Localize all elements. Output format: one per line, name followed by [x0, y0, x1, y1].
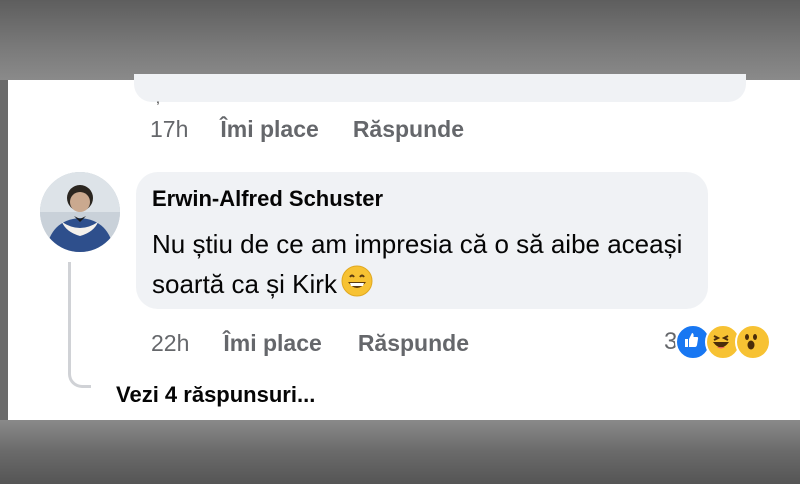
comments-panel: , 17h Îmi place Răspunde Erwin-Alfred Sc…: [8, 74, 800, 420]
comment-bubble: Erwin-Alfred Schuster Nu știu de ce am i…: [136, 172, 708, 309]
comment-text-wrap: Nu știu de ce am impresia că o să aibe a…: [152, 224, 692, 308]
avatar-photo: [40, 172, 120, 252]
reactions-summary[interactable]: 3: [664, 324, 772, 360]
like-button[interactable]: Îmi place: [223, 330, 321, 357]
previous-reply-button[interactable]: Răspunde: [353, 116, 464, 143]
video-frame-bottom: [0, 420, 800, 484]
previous-comment-time[interactable]: 17h: [150, 116, 188, 143]
comment-time[interactable]: 22h: [151, 330, 189, 357]
previous-comment-bubble: [134, 74, 746, 102]
avatar[interactable]: [40, 172, 120, 252]
previous-comment-fragment: ,: [156, 90, 160, 106]
reply-thread-line: [68, 262, 91, 388]
video-frame-top: [0, 0, 800, 80]
comment-text: Nu știu de ce am impresia că o să aibe a…: [152, 229, 683, 299]
comment-author[interactable]: Erwin-Alfred Schuster: [152, 186, 383, 212]
previous-like-button[interactable]: Îmi place: [220, 116, 318, 143]
comment-actions: 22h Îmi place Răspunde: [151, 330, 469, 357]
grinning-face-icon: [341, 265, 373, 308]
previous-comment-actions: 17h Îmi place Răspunde: [150, 116, 464, 143]
view-replies-link[interactable]: Vezi 4 răspunsuri...: [116, 382, 315, 408]
wow-reaction-icon: [735, 324, 772, 360]
reply-button[interactable]: Răspunde: [358, 330, 469, 357]
